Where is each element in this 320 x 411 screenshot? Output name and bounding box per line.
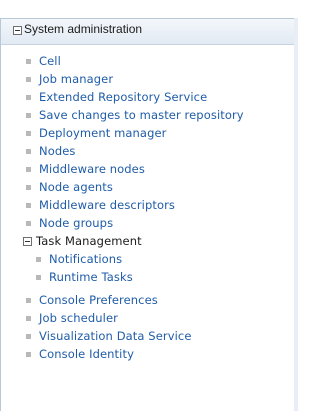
nav-item-label[interactable]: Job manager bbox=[39, 72, 113, 86]
nav-item-label[interactable]: Node groups bbox=[39, 216, 113, 230]
bullet-icon bbox=[26, 221, 31, 226]
nav-item-visualization-data-service[interactable]: Visualization Data Service bbox=[1, 329, 291, 345]
nav-item-label[interactable]: Middleware descriptors bbox=[39, 198, 175, 212]
bullet-icon bbox=[26, 131, 31, 136]
bullet-icon bbox=[26, 59, 31, 64]
nav-item-nodes[interactable]: Nodes bbox=[1, 144, 291, 160]
bullet-icon bbox=[26, 113, 31, 118]
bullet-icon bbox=[26, 167, 31, 172]
nav-item-node-agents[interactable]: Node agents bbox=[1, 180, 291, 196]
nav-item-label[interactable]: Job scheduler bbox=[39, 311, 118, 325]
collapse-icon[interactable] bbox=[13, 26, 22, 35]
nav-item-middleware-descriptors[interactable]: Middleware descriptors bbox=[1, 198, 291, 214]
bullet-icon bbox=[26, 185, 31, 190]
bullet-icon bbox=[26, 203, 31, 208]
bullet-icon bbox=[36, 275, 41, 280]
bullet-icon bbox=[36, 257, 41, 262]
nav-item-label[interactable]: Notifications bbox=[49, 252, 122, 266]
nav-item-save-changes[interactable]: Save changes to master repository bbox=[1, 108, 291, 124]
nav-item-label[interactable]: Console Preferences bbox=[39, 293, 158, 307]
nav-item-runtime-tasks[interactable]: Runtime Tasks bbox=[1, 270, 291, 286]
nav-item-middleware-nodes[interactable]: Middleware nodes bbox=[1, 162, 291, 178]
bullet-icon bbox=[26, 77, 31, 82]
section-title[interactable]: System administration bbox=[24, 22, 142, 36]
nav-item-label[interactable]: Nodes bbox=[39, 144, 76, 158]
nav-group-label[interactable]: Task Management bbox=[36, 234, 142, 248]
bullet-icon bbox=[26, 352, 31, 357]
collapse-icon[interactable] bbox=[23, 237, 32, 246]
nav-item-label[interactable]: Runtime Tasks bbox=[49, 270, 133, 284]
bullet-icon bbox=[26, 149, 31, 154]
nav-item-console-preferences[interactable]: Console Preferences bbox=[1, 293, 291, 309]
navigation-tree: System administration Cell Job manager E… bbox=[0, 18, 294, 411]
section-header-system-administration[interactable]: System administration bbox=[1, 19, 294, 45]
nav-item-label[interactable]: Extended Repository Service bbox=[39, 90, 207, 104]
nav-item-extended-repository-service[interactable]: Extended Repository Service bbox=[1, 90, 291, 106]
nav-group-task-management[interactable]: Task Management bbox=[1, 234, 291, 250]
nav-item-label[interactable]: Visualization Data Service bbox=[39, 329, 192, 343]
nav-item-label[interactable]: Middleware nodes bbox=[39, 162, 145, 176]
bullet-icon bbox=[26, 316, 31, 321]
bullet-icon bbox=[26, 298, 31, 303]
nav-item-label[interactable]: Save changes to master repository bbox=[39, 108, 244, 122]
nav-item-notifications[interactable]: Notifications bbox=[1, 252, 291, 268]
nav-item-job-scheduler[interactable]: Job scheduler bbox=[1, 311, 291, 327]
bullet-icon bbox=[26, 95, 31, 100]
bullet-icon bbox=[26, 334, 31, 339]
nav-item-deployment-manager[interactable]: Deployment manager bbox=[1, 126, 291, 142]
nav-item-job-manager[interactable]: Job manager bbox=[1, 72, 291, 88]
nav-item-label[interactable]: Deployment manager bbox=[39, 126, 167, 140]
nav-item-label[interactable]: Node agents bbox=[39, 180, 113, 194]
nav-item-label[interactable]: Console Identity bbox=[39, 347, 134, 361]
scrollbar[interactable] bbox=[294, 18, 298, 411]
nav-item-node-groups[interactable]: Node groups bbox=[1, 216, 291, 232]
nav-item-label[interactable]: Cell bbox=[39, 54, 61, 68]
nav-item-console-identity[interactable]: Console Identity bbox=[1, 347, 291, 363]
nav-item-cell[interactable]: Cell bbox=[1, 54, 291, 70]
